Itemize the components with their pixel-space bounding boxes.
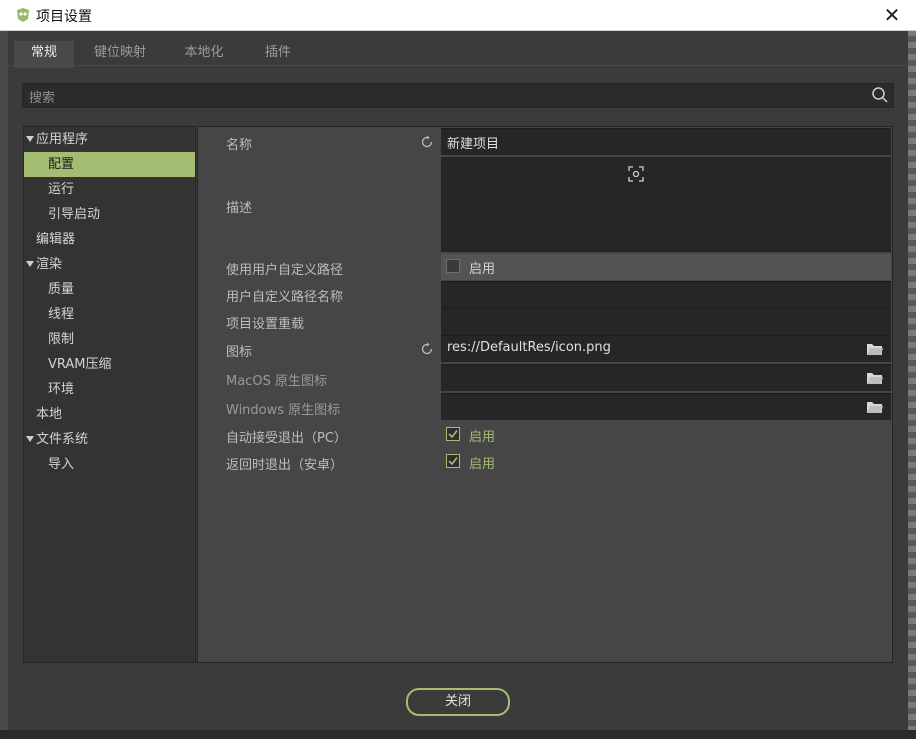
background-scene-right [908,30,916,739]
tree-item-threads[interactable]: 线程 [24,302,195,327]
close-button[interactable]: 关闭 [406,688,510,716]
checkmark-icon [448,430,458,439]
prop-label-quit-on-back: 返回时退出（安卓） [226,458,344,473]
app-logo-icon [17,8,29,22]
prop-label-windows-icon: Windows 原生图标 [226,403,341,418]
revert-icon[interactable] [420,342,434,356]
windows-icon-field[interactable] [441,393,891,420]
expand-arrow-icon[interactable] [26,436,34,442]
tab-plugins[interactable]: 插件 [248,41,308,68]
tree-item-quality[interactable]: 质量 [24,277,195,302]
description-textarea[interactable] [441,157,891,252]
tree-item-label: 引导启动 [48,207,101,222]
prop-label-auto-accept-quit: 自动接受退出（PC） [226,431,347,446]
use-custom-path-checkbox-row[interactable]: 启用 [441,254,891,280]
window-title: 项目设置 [36,9,92,25]
section-tree: 应用程序 配置 运行 引导启动 编辑器 渲染 质量 线程 限制 VRAM压缩 环… [23,126,196,663]
tree-item-native[interactable]: 本地 [24,402,195,427]
tab-divider [8,65,908,66]
tree-item-label: 运行 [48,182,75,197]
background-scene-left [0,30,8,739]
tree-item-label: 编辑器 [36,232,76,247]
tree-item-label: 质量 [48,282,75,297]
use-custom-path-enable-label: 启用 [469,262,496,277]
settings-override-field[interactable] [441,308,891,335]
folder-open-icon[interactable] [866,341,884,356]
tree-item-run[interactable]: 运行 [24,177,195,202]
tree-item-limits[interactable]: 限制 [24,327,195,352]
tree-item-label: 环境 [48,382,75,397]
property-inspector: 名称 新建项目 描述 使用用户自定义路径 启用 用户自定义路径名称 项目设置重载… [197,126,893,663]
tree-item-import[interactable]: 导入 [24,452,195,477]
search-icon[interactable] [871,86,889,104]
tree-item-label: 配置 [48,157,75,172]
custom-path-name-field[interactable] [441,281,891,308]
use-custom-path-checkbox[interactable] [446,259,460,273]
tab-localization[interactable]: 本地化 [168,41,240,68]
window-close-icon[interactable]: ✕ [880,3,904,27]
expand-editor-icon[interactable] [628,166,644,182]
auto-accept-quit-checkbox-row[interactable]: 启用 [441,422,891,448]
quit-on-back-checkbox-row[interactable]: 启用 [441,449,891,475]
tree-item-rendering[interactable]: 渲染 [24,252,195,277]
tree-item-editor[interactable]: 编辑器 [24,227,195,252]
tree-item-filesystem[interactable]: 文件系统 [24,427,195,452]
tree-item-label: 应用程序 [36,132,89,147]
folder-open-icon[interactable] [866,399,884,414]
tree-item-label: 限制 [48,332,75,347]
prop-label-macos-icon: MacOS 原生图标 [226,374,327,389]
prop-label-name: 名称 [226,138,253,153]
expand-arrow-icon[interactable] [26,136,34,142]
tree-item-label: 导入 [48,457,75,472]
expand-arrow-icon[interactable] [26,261,34,267]
tab-bar: 常规 键位映射 本地化 插件 [8,41,908,68]
icon-path-value: res://DefaultRes/icon.png [447,340,611,355]
tree-item-label: 线程 [48,307,75,322]
name-value: 新建项目 [447,137,500,152]
prop-label-custom-path-name: 用户自定义路径名称 [226,290,344,305]
macos-icon-field[interactable] [441,364,891,391]
tree-item-label: VRAM压缩 [48,357,112,372]
prop-label-use-custom-path: 使用用户自定义路径 [226,263,344,278]
auto-accept-quit-enable-label: 启用 [469,430,496,445]
prop-label-icon: 图标 [226,345,253,360]
tab-input-map[interactable]: 键位映射 [80,41,160,68]
tree-item-boot-splash[interactable]: 引导启动 [24,202,195,227]
tree-item-vram-compression[interactable]: VRAM压缩 [24,352,195,377]
quit-on-back-checkbox[interactable] [446,454,460,468]
folder-open-icon[interactable] [866,370,884,385]
quit-on-back-enable-label: 启用 [469,457,496,472]
tree-item-config[interactable]: 配置 [24,152,195,177]
project-settings-dialog: 常规 键位映射 本地化 插件 搜索 应用程序 配置 运行 引导启动 编辑器 渲染… [8,31,908,730]
prop-label-description: 描述 [226,201,253,216]
tab-general[interactable]: 常规 [14,41,74,68]
revert-icon[interactable] [420,135,434,149]
tree-item-environment[interactable]: 环境 [24,377,195,402]
icon-path-field[interactable]: res://DefaultRes/icon.png [441,335,891,362]
checkmark-icon [448,457,458,466]
tree-item-application[interactable]: 应用程序 [24,127,195,152]
title-bar: 项目设置 ✕ [0,0,916,31]
name-field[interactable]: 新建项目 [441,128,891,155]
tree-item-label: 渲染 [36,257,63,272]
search-input[interactable]: 搜索 [22,83,894,108]
prop-label-settings-override: 项目设置重载 [226,317,305,332]
auto-accept-quit-checkbox[interactable] [446,427,460,441]
background-scene-bottom [0,730,916,739]
tree-item-label: 本地 [36,407,63,422]
tree-item-label: 文件系统 [36,432,89,447]
search-placeholder: 搜索 [29,91,56,106]
